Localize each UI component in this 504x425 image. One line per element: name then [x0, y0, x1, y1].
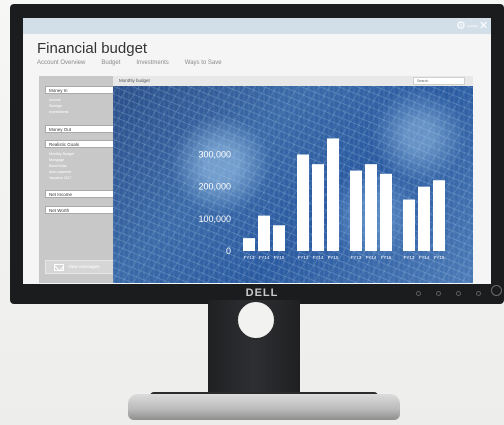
- money-out-label: Money Out: [49, 127, 72, 132]
- close-button[interactable]: ✕: [479, 20, 488, 32]
- sidebar-item-auto-payment[interactable]: Auto payment: [49, 170, 71, 174]
- x-tick-label: FY13: [298, 255, 309, 260]
- sidebar-item-vacation[interactable]: Vacation 2017: [49, 176, 72, 180]
- chart-bar: [365, 164, 377, 251]
- app-title: Financial budget: [37, 40, 148, 57]
- power-button[interactable]: [491, 285, 502, 296]
- chart-bar: [403, 199, 415, 251]
- chart-bar: [273, 225, 285, 251]
- window-titlebar: ⚙ — ✕: [23, 18, 491, 34]
- view-messages-label: View messages: [68, 264, 100, 269]
- x-tick-label: FY14: [259, 255, 270, 260]
- sidebar-item-mortgage[interactable]: Mortgage: [49, 158, 64, 162]
- monitor-button[interactable]: [436, 291, 441, 296]
- money-in-label: Money In: [49, 88, 68, 93]
- view-messages-button[interactable]: View messages: [45, 260, 120, 274]
- sidebar-item-investments[interactable]: Investments: [49, 110, 68, 114]
- sidebar-item-monthly-budget[interactable]: Monthly Budget: [49, 152, 74, 156]
- y-tick-label: 200,000: [198, 182, 231, 192]
- tab-account-overview[interactable]: Account Overview: [37, 60, 85, 66]
- stand-cable-hole: [236, 300, 276, 340]
- chart-bar: [243, 238, 255, 251]
- minimize-button[interactable]: —: [467, 20, 478, 32]
- gear-icon[interactable]: ⚙: [456, 20, 466, 32]
- chart-bar: [350, 170, 362, 251]
- envelope-icon: [54, 264, 64, 271]
- x-tick-label: FY13: [404, 255, 415, 260]
- chart-bar: [258, 215, 270, 251]
- net-income-dropdown[interactable]: Net Income ▾: [45, 190, 120, 198]
- photo-stage: ⚙ — ✕ Financial budget Account Overview …: [0, 0, 504, 425]
- realistic-goals-dropdown[interactable]: Realistic Goals ▴: [45, 140, 120, 148]
- budget-chart: 0 100,000 200,000 300,000 FY13 FY14 FY15 FY13 FY…: [198, 138, 445, 260]
- money-out-dropdown[interactable]: Money Out ▾: [45, 125, 120, 133]
- monitor-button[interactable]: [416, 291, 421, 296]
- sidebar-item-savings[interactable]: Savings: [49, 104, 62, 108]
- monitor-screen: ⚙ — ✕ Financial budget Account Overview …: [23, 18, 491, 284]
- x-tick-label: FY15: [274, 255, 285, 260]
- monitor-button[interactable]: [456, 291, 461, 296]
- x-tick-label: FY14: [313, 255, 324, 260]
- y-tick-label: 300,000: [198, 150, 231, 160]
- chart-bar: [418, 186, 430, 251]
- net-worth-label: Net Worth: [49, 208, 70, 213]
- y-tick-label: 100,000: [198, 214, 231, 224]
- x-tick-label: FY14: [419, 255, 430, 260]
- tab-budget[interactable]: Budget: [101, 60, 120, 66]
- x-tick-label: FY15: [381, 255, 392, 260]
- x-tick-label: FY14: [366, 255, 377, 260]
- chart-bar: [297, 154, 309, 251]
- tab-bar: Account Overview Budget Investments Ways…: [37, 60, 222, 66]
- tab-investments[interactable]: Investments: [136, 60, 168, 66]
- monitor-button[interactable]: [476, 291, 481, 296]
- tab-ways-to-save[interactable]: Ways to Save: [185, 60, 222, 66]
- x-tick-label: FY13: [351, 255, 362, 260]
- x-tick-label: FY15: [328, 255, 339, 260]
- realistic-goals-label: Realistic Goals: [49, 142, 80, 147]
- net-income-label: Net Income: [49, 192, 73, 197]
- monitor-stand-base: [128, 394, 400, 420]
- x-tick-label: FY13: [244, 255, 255, 260]
- y-tick-label: 0: [226, 246, 231, 256]
- x-tick-label: FY15: [434, 255, 445, 260]
- chart-bar: [433, 180, 445, 251]
- dell-logo: DELL: [245, 287, 279, 299]
- main-panel: Monthly budget Search 0 100,000 200,000 300…: [113, 76, 473, 283]
- chart-bar: [312, 164, 324, 251]
- chart-bar: [327, 138, 339, 251]
- net-worth-dropdown[interactable]: Net Worth ▾: [45, 206, 120, 214]
- chart-bar: [380, 173, 392, 251]
- money-in-dropdown[interactable]: Money In ▾: [45, 86, 120, 94]
- sidebar-item-bond-build[interactable]: Bond Build: [49, 164, 66, 168]
- sidebar-item-income[interactable]: Income: [49, 98, 61, 102]
